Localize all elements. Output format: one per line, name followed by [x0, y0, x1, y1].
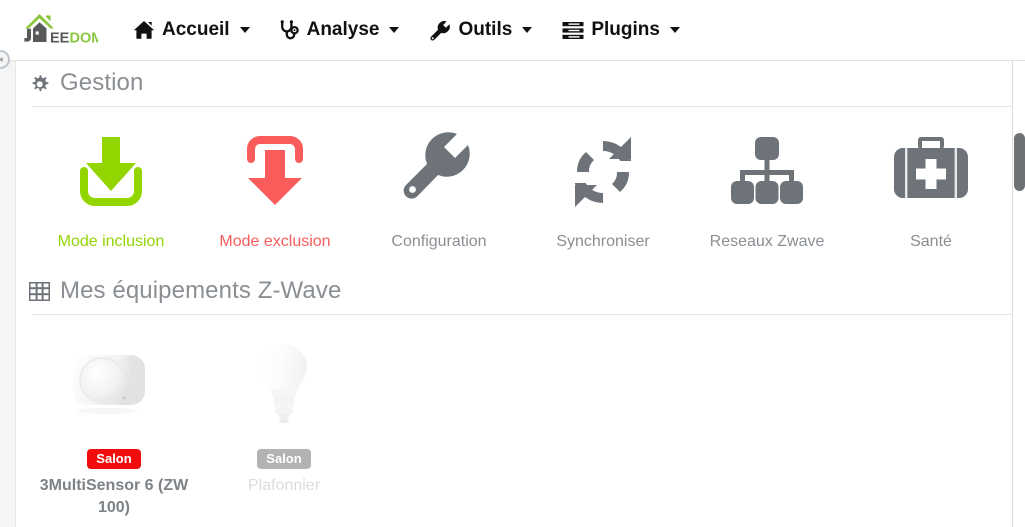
- stethoscope-icon: [280, 19, 300, 41]
- nav-item-outils-label: Outils: [458, 19, 513, 40]
- page-content: Gestion Mode inclusion Mode exclusion Co…: [17, 61, 1025, 527]
- scrollbar-thumb[interactable]: [1014, 133, 1025, 191]
- nav-item-analyse[interactable]: Analyse: [265, 0, 415, 61]
- tile-sante-label: Santé: [910, 233, 952, 250]
- light-bulb-device-image: [241, 335, 327, 447]
- equipement-name: 3MultiSensor 6 (ZW 100): [39, 477, 189, 516]
- tile-configuration-label: Configuration: [391, 233, 487, 250]
- tile-sante[interactable]: Santé: [849, 129, 1013, 251]
- nav-item-plugins-label: Plugins: [591, 19, 660, 40]
- tile-mode-inclusion[interactable]: Mode inclusion: [29, 129, 193, 251]
- gear-icon: [29, 73, 50, 94]
- jeedom-zwave-page: EE DOM Accueil Analyse Outils Plugins ◂ …: [0, 0, 1025, 527]
- wrench-icon: [399, 129, 479, 215]
- gestion-title-text: Gestion: [60, 69, 144, 96]
- vertical-scrollbar[interactable]: [1012, 61, 1025, 527]
- multisensor-device-image: [71, 335, 157, 447]
- collapsed-sidebar-strip: ◂: [0, 50, 16, 527]
- nav-item-accueil-label: Accueil: [162, 19, 230, 40]
- chevron-down-icon: [239, 27, 250, 33]
- equipements-list: Salon 3MultiSensor 6 (ZW 100) Salon Plaf…: [29, 315, 1013, 518]
- tile-reseaux-zwave[interactable]: Reseaux Zwave: [685, 129, 849, 251]
- tile-mode-exclusion-label: Mode exclusion: [219, 233, 331, 250]
- server-list-icon: [562, 21, 584, 40]
- top-navbar: EE DOM Accueil Analyse Outils Plugins: [0, 0, 1025, 61]
- nav-item-analyse-label: Analyse: [306, 19, 380, 40]
- refresh-icon: [563, 129, 643, 215]
- chevron-down-icon: [522, 27, 533, 33]
- house-logo-icon: EE DOM: [12, 10, 98, 50]
- status-badge: Salon: [87, 449, 141, 469]
- tile-mode-inclusion-label: Mode inclusion: [57, 233, 165, 250]
- equipements-title-text: Mes équipements Z-Wave: [60, 277, 342, 304]
- tile-synchroniser-label: Synchroniser: [556, 233, 650, 250]
- chevron-down-icon: [669, 27, 680, 33]
- medkit-icon: [890, 129, 972, 215]
- equipement-card-plafonnier[interactable]: Salon Plafonnier: [199, 335, 369, 518]
- tile-configuration[interactable]: Configuration: [357, 129, 521, 251]
- equipements-section-title: Mes équipements Z-Wave: [29, 269, 1013, 305]
- export-arrow-icon: [235, 129, 315, 215]
- equipement-name: Plafonnier: [247, 477, 321, 494]
- equipement-card-multisensor[interactable]: Salon 3MultiSensor 6 (ZW 100): [29, 335, 199, 518]
- sitemap-icon: [726, 129, 808, 215]
- svg-text:EE: EE: [50, 31, 70, 47]
- home-icon: [133, 20, 155, 40]
- nav-item-accueil[interactable]: Accueil: [118, 0, 265, 61]
- svg-text:DOM: DOM: [70, 31, 99, 47]
- table-grid-icon: [29, 281, 50, 301]
- nav-item-outils[interactable]: Outils: [414, 0, 547, 61]
- nav-item-plugins[interactable]: Plugins: [547, 0, 695, 61]
- nav-menu: Accueil Analyse Outils Plugins: [118, 0, 695, 60]
- wrench-icon: [429, 20, 451, 41]
- inbox-download-icon: [71, 129, 151, 215]
- brand-logo[interactable]: EE DOM: [12, 8, 100, 52]
- status-badge: Salon: [257, 449, 311, 469]
- tile-reseaux-zwave-label: Reseaux Zwave: [709, 233, 825, 250]
- tile-synchroniser[interactable]: Synchroniser: [521, 129, 685, 251]
- collapse-toggle-icon: ◂: [0, 54, 3, 64]
- gestion-section-title: Gestion: [29, 61, 1013, 97]
- chevron-down-icon: [389, 27, 400, 33]
- gestion-tiles: Mode inclusion Mode exclusion Configurat…: [29, 107, 1013, 251]
- equipements-section: Mes équipements Z-Wave Salon 3MultiSenso…: [29, 269, 1013, 518]
- tile-mode-exclusion[interactable]: Mode exclusion: [193, 129, 357, 251]
